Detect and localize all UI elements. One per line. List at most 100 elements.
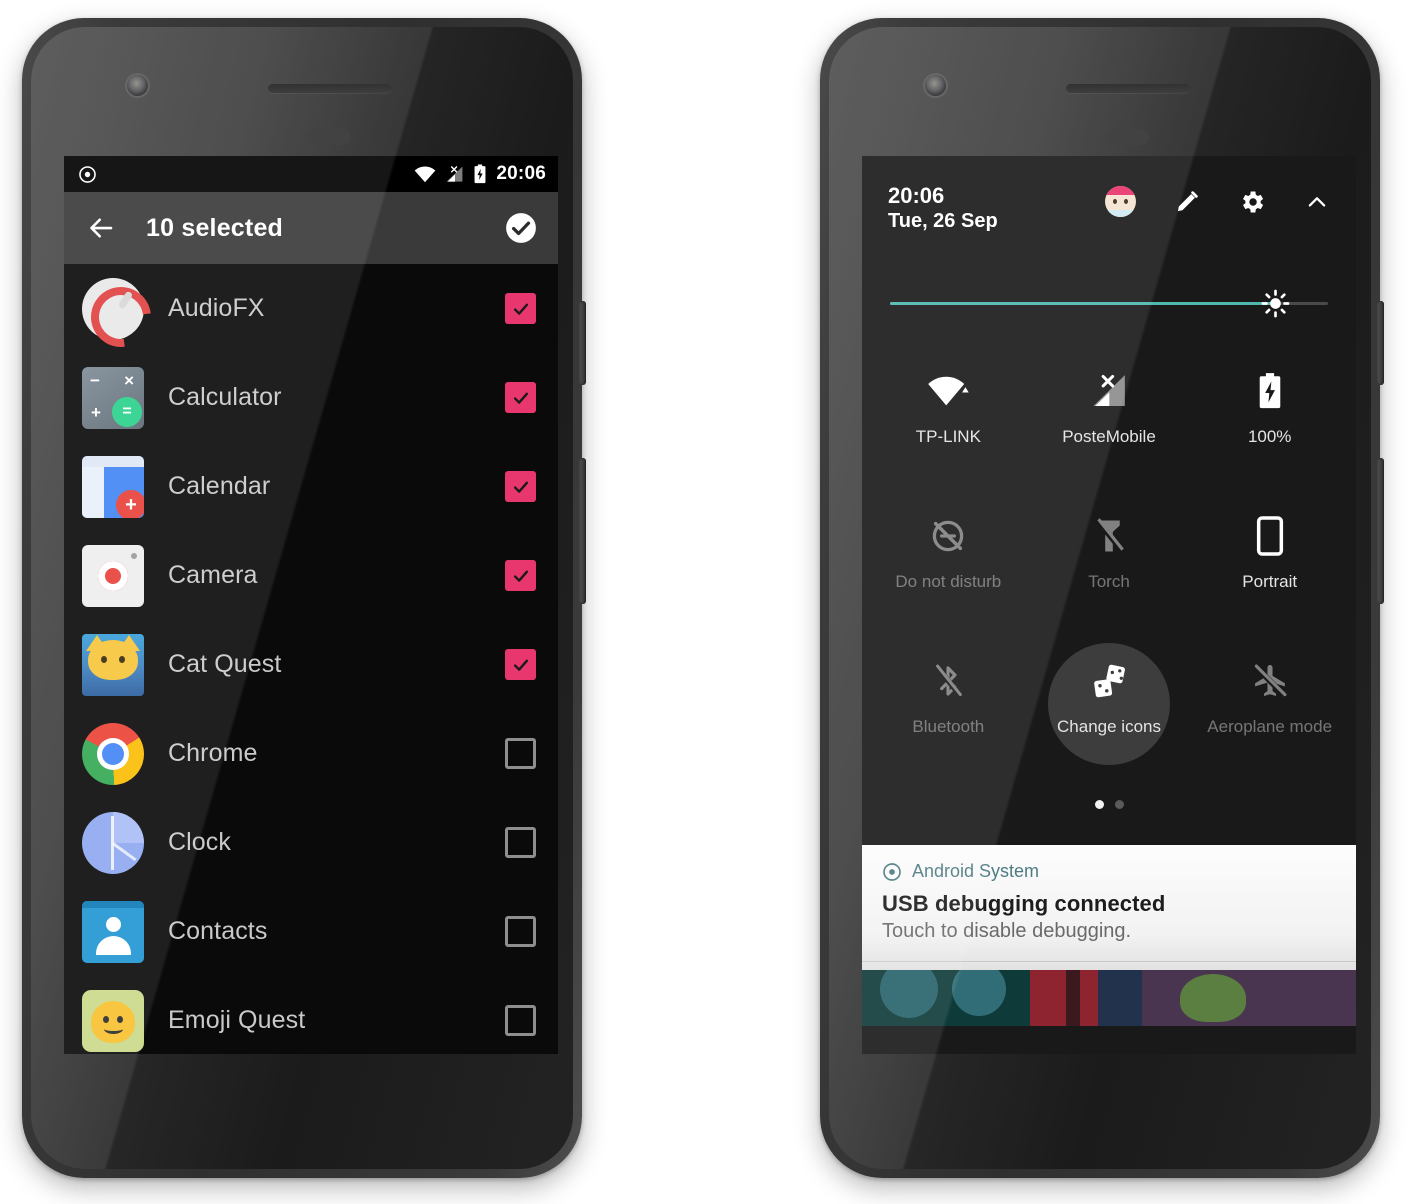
app-name: Clock [168, 828, 232, 856]
list-item[interactable]: Clock [64, 798, 558, 887]
app-checkbox[interactable] [505, 382, 536, 413]
cat-quest-icon [82, 633, 144, 696]
status-bar-right: 20:06 [414, 163, 546, 185]
brightness-sun-icon[interactable] [1261, 289, 1290, 318]
app-list[interactable]: AudioFX − × + = Calculator + Calendar Ca… [64, 264, 558, 1054]
aeroplane-off-icon [1251, 659, 1289, 703]
emoji-quest-icon [82, 989, 144, 1052]
app-checkbox[interactable] [505, 827, 536, 858]
tile-label: Do not disturb [895, 571, 1002, 591]
page-dot-1[interactable] [1094, 799, 1104, 809]
tile-battery[interactable]: 100% [1189, 347, 1350, 492]
clock-time: 20:06 [888, 183, 945, 208]
list-item[interactable]: − × + = Calculator [64, 353, 558, 442]
audiofx-icon [82, 277, 144, 340]
tile-rotation[interactable]: Portrait [1189, 492, 1350, 637]
tile-wifi[interactable]: TP-LINK [868, 347, 1029, 492]
quick-settings-header: 20:06 Tue, 26 Sep [862, 156, 1356, 233]
app-checkbox[interactable] [505, 649, 536, 680]
volume-rocker[interactable] [579, 458, 586, 604]
app-checkbox[interactable] [505, 1005, 536, 1036]
calendar-icon: + [82, 455, 144, 518]
volume-rocker[interactable] [1377, 458, 1384, 604]
tile-aeroplane-mode[interactable]: Aeroplane mode [1189, 637, 1350, 782]
app-checkbox[interactable] [505, 738, 536, 769]
list-item[interactable]: Chrome [64, 709, 558, 798]
list-item[interactable]: Cat Quest [64, 620, 558, 709]
camera-icon [82, 544, 144, 607]
wifi-icon [927, 369, 970, 413]
tile-torch[interactable]: Torch [1029, 492, 1190, 637]
tile-bluetooth[interactable]: Bluetooth [868, 637, 1029, 782]
app-name: Camera [168, 561, 258, 589]
power-button[interactable] [579, 301, 586, 385]
status-bar: 20:06 [64, 156, 558, 192]
quick-settings-tiles: TP-LINK PosteMobile 100% Do not disturb … [862, 317, 1356, 809]
chevron-up-icon[interactable] [1304, 189, 1330, 215]
tile-label: TP-LINK [915, 426, 981, 446]
tile-label: Change icons [1057, 716, 1161, 736]
slider-fill [890, 301, 1276, 305]
tile-change-icons[interactable]: Change icons [1029, 637, 1190, 782]
front-camera-icon [925, 75, 946, 96]
quick-settings-actions [1105, 186, 1330, 217]
right-phone-screen: 20:06 Tue, 26 Sep TP-LINK PosteMobile 10… [862, 156, 1356, 1054]
calculator-icon: − × + = [82, 366, 144, 429]
clock-date: Tue, 26 Sep [888, 209, 998, 232]
cell-signal-off-icon [1090, 369, 1128, 413]
settings-gear-icon[interactable] [1238, 188, 1266, 216]
notification-divider [862, 961, 1356, 962]
app-name: Calculator [168, 383, 282, 411]
earpiece-speaker [268, 84, 392, 93]
list-item[interactable]: + Calendar [64, 442, 558, 531]
contextual-action-bar: 10 selected [64, 192, 558, 264]
page-indicator [868, 799, 1350, 809]
screenshot-stage: 20:06 10 selected AudioFX − × + = Calcul… [0, 0, 1418, 1204]
dice-icon [1090, 659, 1128, 703]
proximity-sensor [1107, 129, 1149, 145]
android-system-icon [882, 862, 902, 882]
list-item[interactable]: Emoji Quest [64, 976, 558, 1054]
right-phone-device: 20:06 Tue, 26 Sep TP-LINK PosteMobile 10… [820, 18, 1384, 1178]
tile-label: Bluetooth [912, 716, 985, 736]
app-name: Calendar [168, 472, 271, 500]
left-phone-device: 20:06 10 selected AudioFX − × + = Calcul… [22, 18, 586, 1178]
tile-row: Bluetooth Change icons Aeroplane mode [868, 637, 1350, 782]
proximity-sensor [309, 129, 351, 145]
check-circle-icon[interactable] [504, 211, 538, 245]
left-phone-screen: 20:06 10 selected AudioFX − × + = Calcul… [64, 156, 558, 1054]
selection-count-title: 10 selected [146, 213, 284, 242]
app-checkbox[interactable] [505, 916, 536, 947]
list-item[interactable]: Camera [64, 531, 558, 620]
edit-pencil-icon[interactable] [1174, 189, 1200, 215]
notification-card[interactable]: Android System USB debugging connected T… [862, 845, 1356, 970]
tile-label: 100% [1247, 426, 1292, 446]
tile-row: TP-LINK PosteMobile 100% [868, 347, 1350, 492]
bluetooth-off-icon [931, 659, 965, 703]
app-checkbox[interactable] [505, 471, 536, 502]
brightness-slider[interactable] [890, 289, 1328, 318]
list-item[interactable]: AudioFX [64, 264, 558, 353]
quick-settings-clock[interactable]: 20:06 Tue, 26 Sep [888, 183, 998, 233]
tile-label: Torch [1088, 571, 1130, 591]
power-button[interactable] [1377, 301, 1384, 385]
app-checkbox[interactable] [505, 293, 536, 324]
tile-label: Portrait [1242, 571, 1298, 591]
page-dot-2[interactable] [1114, 799, 1124, 809]
notification-header: Android System [882, 861, 1336, 882]
chrome-icon [82, 722, 144, 785]
quick-settings-panel: 20:06 Tue, 26 Sep TP-LINK PosteMobile 10… [862, 156, 1356, 1054]
left-phone-front-glass: 20:06 10 selected AudioFX − × + = Calcul… [31, 27, 573, 1169]
app-name: Cat Quest [168, 650, 282, 678]
avatar[interactable] [1105, 186, 1136, 217]
tile-mobile-data[interactable]: PosteMobile [1029, 347, 1190, 492]
tile-do-not-disturb[interactable]: Do not disturb [868, 492, 1029, 637]
arrow-left-icon[interactable] [86, 213, 116, 243]
record-dot-icon [78, 165, 97, 184]
tile-label: Aeroplane mode [1207, 716, 1333, 736]
app-name: AudioFX [168, 294, 265, 322]
status-bar-clock: 20:06 [496, 163, 546, 184]
list-item[interactable]: Contacts [64, 887, 558, 976]
app-checkbox[interactable] [505, 560, 536, 591]
app-name: Emoji Quest [168, 1006, 306, 1034]
